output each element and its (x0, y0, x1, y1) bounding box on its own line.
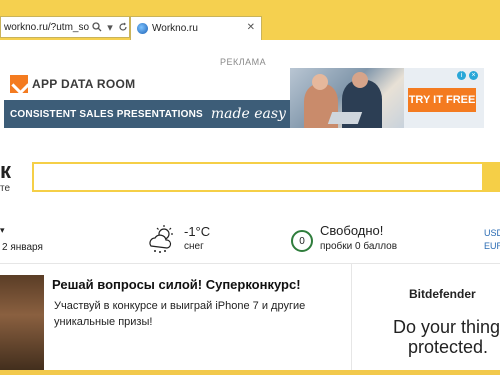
traffic-score: 0 (299, 235, 305, 247)
web-page: РЕКЛАМА APP DATA ROOM CONSISTENT SALES P… (0, 40, 500, 375)
address-text[interactable]: workno.ru/?utm_source= (4, 22, 89, 33)
traffic-subtitle: пробки 0 баллов (320, 241, 398, 252)
try-it-free-button[interactable]: TRY IT FREE (408, 88, 476, 112)
temperature[interactable]: -1°C (184, 224, 210, 239)
banner-tagline: made easy (210, 106, 286, 122)
traffic-indicator-icon[interactable]: 0 (291, 230, 313, 252)
address-bar[interactable]: workno.ru/?utm_source= ▾ (0, 16, 130, 38)
person-head (312, 74, 328, 90)
currency-usd[interactable]: USD (484, 228, 500, 238)
banner-headline-row: CONSISTENT SALES PRESENTATIONS made easy (4, 100, 294, 128)
banner-photo (290, 68, 404, 128)
search-icon[interactable] (91, 20, 102, 34)
tab-workno[interactable]: Workno.ru ✕ (130, 16, 262, 40)
dropdown-icon[interactable]: ▾ (104, 20, 115, 34)
currency-eur[interactable]: EUR (484, 241, 500, 251)
site-logo[interactable]: к (0, 158, 11, 184)
ad-banner[interactable]: APP DATA ROOM CONSISTENT SALES PRESENTAT… (4, 68, 484, 128)
side-ad[interactable]: Bitdefender Do your thing protected. (351, 264, 500, 375)
tab-title: Workno.ru (152, 23, 198, 34)
banner-headline: CONSISTENT SALES PRESENTATIONS (10, 108, 203, 120)
laptop-shape (327, 112, 363, 124)
date-text: 2 января (2, 242, 43, 253)
side-ad-line1: Do your thing (393, 317, 500, 337)
refresh-icon[interactable] (118, 20, 129, 34)
chevron-down-icon[interactable]: ▾ (0, 225, 5, 236)
promo-text: Участвуй в конкурсе и выиграй iPhone 7 и… (54, 300, 306, 328)
adchoices-info-icon[interactable]: i (457, 71, 466, 80)
new-tab-button[interactable] (264, 18, 286, 40)
info-row: ▾ 2 января -1°C снег 0 Свободно! пробки … (0, 220, 500, 260)
weather-condition: снег (184, 241, 204, 252)
banner-brand: APP DATA ROOM (32, 77, 136, 91)
traffic-status[interactable]: Свободно! (320, 223, 383, 238)
person-head (352, 72, 368, 88)
search-button[interactable] (484, 162, 500, 192)
window-border (0, 370, 500, 375)
app-data-room-logo-icon (10, 75, 28, 93)
search-input[interactable] (32, 162, 484, 192)
ad-label: РЕКЛАМА (220, 57, 267, 67)
snow-weather-icon[interactable] (146, 224, 178, 254)
ie-favicon-icon (137, 23, 148, 34)
bitdefender-logo: Bitdefender (409, 287, 476, 301)
adchoices[interactable]: i × (457, 71, 478, 80)
promo-title[interactable]: Решай вопросы силой! Суперконкурс! (52, 277, 301, 292)
site-logo-sub: те (0, 183, 11, 194)
promo-image[interactable] (0, 275, 44, 375)
side-ad-line2: protected. (408, 337, 489, 357)
banner-brand-row: APP DATA ROOM (4, 68, 294, 100)
close-icon[interactable]: ✕ (247, 22, 255, 33)
adchoices-close-icon[interactable]: × (469, 71, 478, 80)
